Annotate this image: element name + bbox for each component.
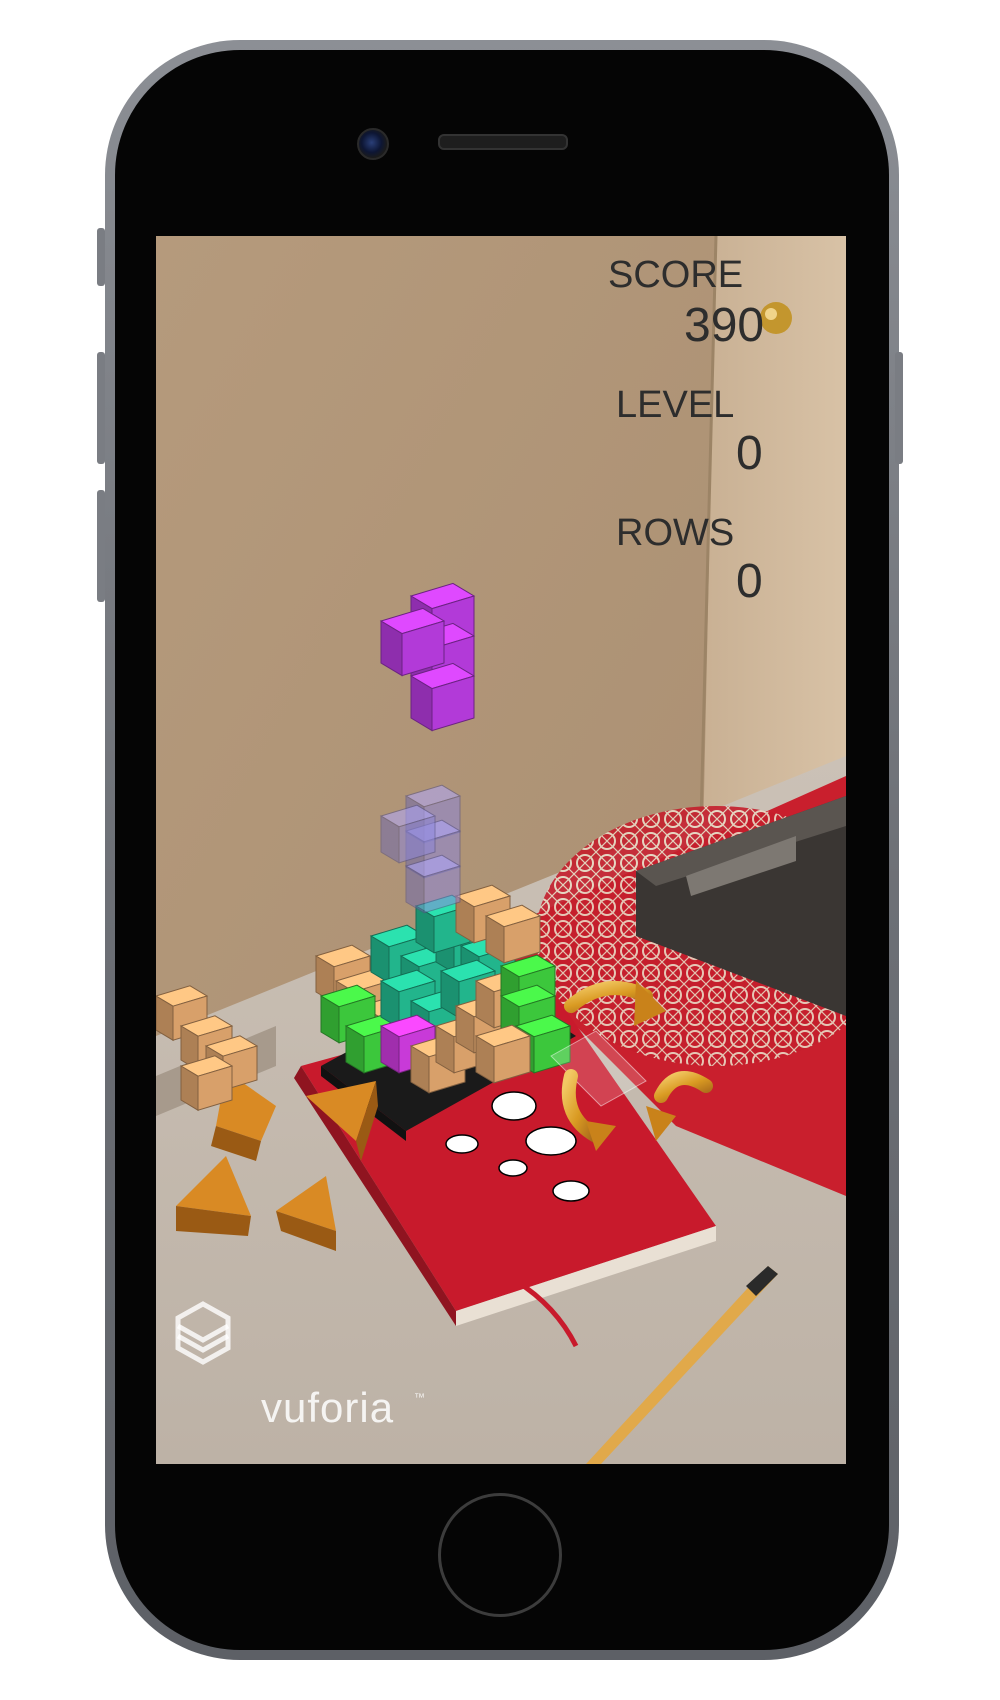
door-knob xyxy=(760,302,792,334)
level-value: 0 xyxy=(736,427,763,480)
score-label: SCORE xyxy=(608,254,744,296)
front-camera xyxy=(357,128,389,160)
power-button xyxy=(895,352,903,464)
vuforia-logo-text: vuforia xyxy=(261,1384,395,1431)
mute-switch xyxy=(97,228,105,286)
volume-up-button xyxy=(97,352,105,464)
block-cube xyxy=(484,904,542,964)
block-cube xyxy=(379,804,437,864)
score-value: 390 xyxy=(684,299,765,352)
trademark-symbol: ™ xyxy=(414,1392,425,1404)
block-cube xyxy=(409,662,476,732)
block-cube xyxy=(404,854,462,914)
ar-scene[interactable] xyxy=(156,236,846,1464)
rows-label: ROWS xyxy=(616,512,735,554)
volume-down-button xyxy=(97,490,105,602)
rows-value: 0 xyxy=(736,555,763,608)
home-button[interactable] xyxy=(438,1493,562,1617)
block-cube xyxy=(179,1055,234,1112)
block-cube xyxy=(379,607,446,677)
earpiece-speaker xyxy=(438,134,568,150)
block-cube xyxy=(474,1024,532,1084)
ar-game-screen[interactable]: SCORE 390 LEVEL 0 ROWS 0 vuforia ™ xyxy=(156,236,846,1464)
level-label: LEVEL xyxy=(616,384,735,426)
